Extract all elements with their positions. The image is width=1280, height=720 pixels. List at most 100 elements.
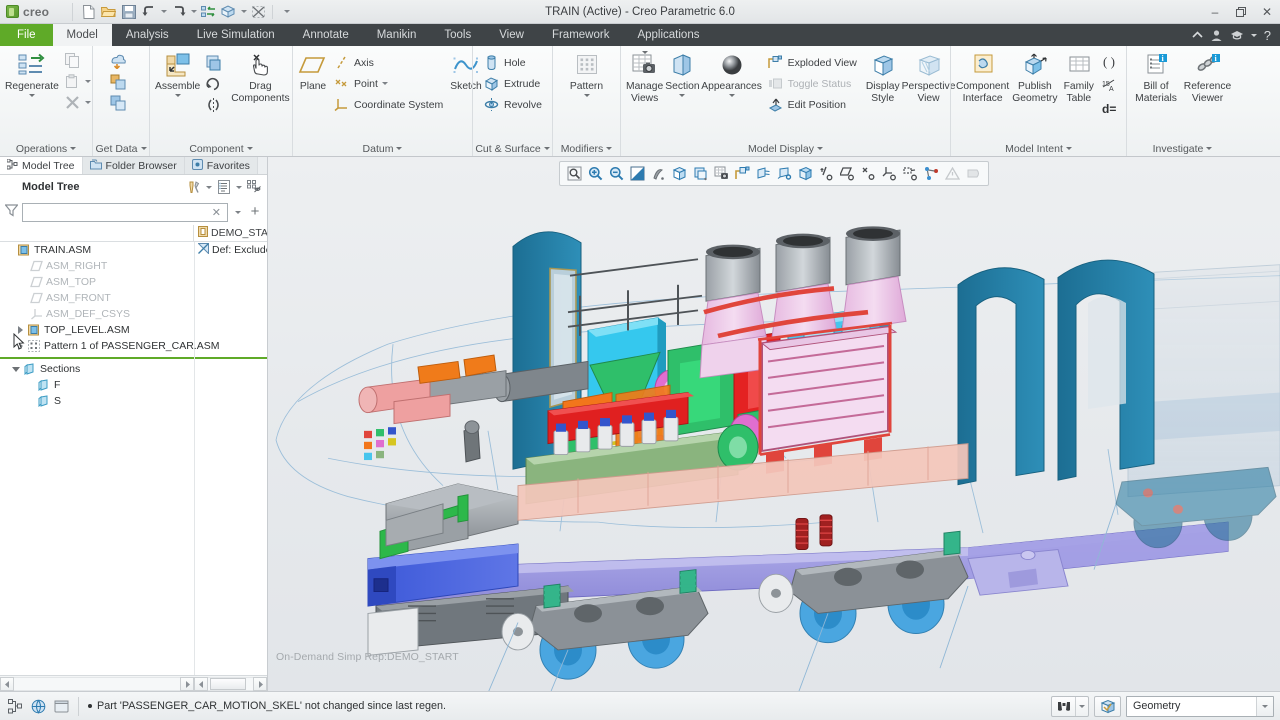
horizontal-scrollbar-right[interactable] bbox=[194, 676, 267, 692]
minimize-button[interactable]: – bbox=[1202, 0, 1228, 24]
tab-model[interactable]: Model bbox=[53, 24, 112, 46]
collapse-ribbon-icon[interactable] bbox=[1192, 31, 1203, 39]
bill-of-materials-button[interactable]: i Bill of Materials bbox=[1131, 49, 1181, 106]
toggle-status-button[interactable]: Toggle Status bbox=[763, 73, 861, 94]
row-expander[interactable] bbox=[14, 342, 26, 350]
navigator-icon[interactable] bbox=[52, 697, 71, 716]
revolve-button[interactable]: Revolve bbox=[479, 94, 546, 115]
redo-dropdown-icon[interactable] bbox=[189, 2, 198, 21]
delete-button[interactable] bbox=[60, 92, 95, 113]
repaint-icon[interactable] bbox=[627, 163, 648, 184]
new-file-icon[interactable] bbox=[79, 2, 98, 21]
family-table-button[interactable]: Family Table bbox=[1060, 49, 1098, 106]
edit-position-button[interactable]: Edit Position bbox=[763, 94, 861, 115]
exploded-view-button[interactable]: Exploded View bbox=[763, 52, 861, 73]
open-file-icon[interactable] bbox=[99, 2, 118, 21]
spin-center-icon[interactable] bbox=[774, 163, 795, 184]
regenerate-icon[interactable] bbox=[199, 2, 218, 21]
tab-folder-browser[interactable]: Folder Browser bbox=[83, 157, 185, 174]
chevron-down-icon[interactable] bbox=[679, 94, 685, 97]
tab-manikin[interactable]: Manikin bbox=[363, 24, 431, 46]
learning-dropdown-icon[interactable] bbox=[1251, 34, 1257, 37]
merge-button[interactable] bbox=[106, 71, 131, 92]
model-tree-icon[interactable] bbox=[6, 697, 25, 716]
chevron-down-icon[interactable] bbox=[729, 94, 735, 97]
undo-dropdown-icon[interactable] bbox=[159, 2, 168, 21]
refit-icon[interactable] bbox=[564, 163, 585, 184]
column-header-demo-start[interactable]: DEMO_STAR bbox=[194, 225, 267, 241]
paste-button[interactable] bbox=[60, 71, 95, 92]
display-dropdown-icon[interactable] bbox=[234, 178, 244, 196]
tree-filters-icon[interactable] bbox=[245, 178, 263, 196]
coordinate-system-button[interactable]: Coordinate System bbox=[329, 94, 447, 115]
selection-filter-combo[interactable]: Geometry bbox=[1126, 696, 1274, 717]
chevron-down-icon[interactable] bbox=[29, 94, 35, 97]
close-window-icon[interactable] bbox=[249, 2, 268, 21]
row-expander[interactable] bbox=[10, 367, 22, 372]
scroll-track[interactable] bbox=[208, 677, 253, 691]
tab-analysis[interactable]: Analysis bbox=[112, 24, 183, 46]
table-row[interactable]: Pattern 1 of PASSENGER_CAR.ASM bbox=[0, 338, 267, 354]
datum-axis-button[interactable]: Axis bbox=[329, 52, 447, 73]
point-display-icon[interactable] bbox=[858, 163, 879, 184]
scroll-track[interactable] bbox=[14, 677, 180, 691]
pattern-button[interactable]: Pattern bbox=[559, 49, 615, 99]
table-row[interactable]: F bbox=[0, 377, 267, 393]
datum-display-icon[interactable] bbox=[648, 163, 669, 184]
redo-icon[interactable] bbox=[169, 2, 188, 21]
display-style-button[interactable]: Display Style bbox=[865, 49, 901, 106]
clear-search-icon[interactable]: ✕ bbox=[209, 206, 224, 219]
datum-plane-button[interactable]: Plane bbox=[297, 49, 329, 95]
manage-views-button[interactable]: Manage Views bbox=[625, 49, 664, 106]
switch-dimensions-button[interactable]: 15A bbox=[1098, 73, 1122, 96]
reference-viewer-button[interactable]: i Reference Viewer bbox=[1181, 49, 1234, 106]
relations-button[interactable]: ( ) bbox=[1098, 50, 1122, 73]
chevron-down-icon[interactable] bbox=[175, 94, 181, 97]
orient-mode-icon[interactable] bbox=[795, 163, 816, 184]
tab-annotate[interactable]: Annotate bbox=[289, 24, 363, 46]
drag-components-button[interactable]: Drag Components bbox=[230, 49, 290, 106]
search-input-field[interactable] bbox=[26, 206, 209, 218]
account-icon[interactable] bbox=[1210, 29, 1223, 42]
qat-customize-icon[interactable] bbox=[277, 2, 296, 21]
web-browser-icon[interactable] bbox=[29, 697, 48, 716]
import-button[interactable] bbox=[106, 50, 131, 71]
search-tool-group[interactable] bbox=[1051, 696, 1089, 717]
help-icon[interactable]: ? bbox=[1264, 28, 1271, 43]
display-style-icon[interactable] bbox=[669, 163, 690, 184]
section-button[interactable]: Section bbox=[664, 49, 700, 99]
annotation-display-icon[interactable] bbox=[753, 163, 774, 184]
learning-icon[interactable] bbox=[1230, 30, 1244, 41]
component-interface-button[interactable]: Component Interface bbox=[955, 49, 1010, 106]
save-icon[interactable] bbox=[119, 2, 138, 21]
annotation-icon[interactable] bbox=[900, 163, 921, 184]
shrinkwrap-button[interactable] bbox=[106, 92, 131, 113]
settings-dropdown-icon[interactable] bbox=[204, 178, 214, 196]
mirror-component-button[interactable] bbox=[201, 94, 226, 115]
tab-framework[interactable]: Framework bbox=[538, 24, 624, 46]
scroll-thumb[interactable] bbox=[210, 678, 246, 690]
table-row[interactable]: ASM_FRONT bbox=[0, 290, 267, 306]
publish-geometry-button[interactable]: Publish Geometry bbox=[1010, 49, 1059, 106]
settings-icon[interactable] bbox=[185, 178, 203, 196]
appearances-button[interactable]: Appearances bbox=[701, 49, 763, 99]
zoom-out-icon[interactable] bbox=[606, 163, 627, 184]
display-icon[interactable] bbox=[215, 178, 233, 196]
datum-point-button[interactable]: Point bbox=[329, 73, 447, 94]
table-row[interactable]: TRAIN.ASM Def: Exclude C bbox=[0, 242, 267, 258]
table-row[interactable]: S bbox=[0, 393, 267, 409]
parameters-button[interactable]: d= bbox=[1098, 96, 1122, 119]
regenerate-button[interactable]: Regenerate bbox=[4, 49, 60, 99]
table-row[interactable]: ASM_TOP bbox=[0, 274, 267, 290]
row-expander[interactable] bbox=[14, 326, 26, 334]
scroll-right-icon[interactable] bbox=[253, 677, 267, 691]
repeat-button[interactable] bbox=[201, 73, 226, 94]
chevron-down-icon[interactable] bbox=[382, 82, 388, 85]
perspective-view-button[interactable]: Perspective View bbox=[901, 49, 957, 106]
tab-applications[interactable]: Applications bbox=[623, 24, 713, 46]
table-row[interactable]: ASM_DEF_CSYS bbox=[0, 306, 267, 322]
plane-display-icon[interactable] bbox=[837, 163, 858, 184]
search-dropdown-icon[interactable] bbox=[1075, 697, 1088, 716]
binoculars-icon[interactable] bbox=[1052, 697, 1075, 716]
extrude-button[interactable]: Extrude bbox=[479, 73, 546, 94]
